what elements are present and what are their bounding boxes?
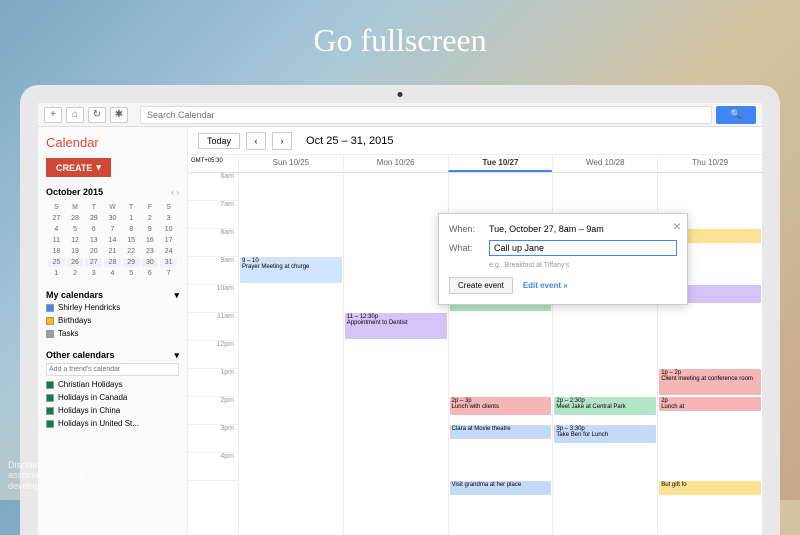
day-header[interactable]: Wed 10/28 [552,155,657,172]
calendar-title: Calendar [46,135,179,150]
calendar-event[interactable]: 3p – 3:30p Take Ben for Lunch [554,425,656,443]
search-button[interactable]: 🔍 [716,106,756,124]
what-label: What: [449,243,489,253]
calendar-item[interactable]: Christian Holidays [46,378,179,391]
laptop-frame: + ⌂ ↻ ✱ 🔍 Calendar CREATE▾ October 2015 … [20,85,780,535]
camera-dot [398,92,403,97]
toolbar: + ⌂ ↻ ✱ 🔍 [38,103,762,127]
calendar-event[interactable]: 1p – 2p Client meeting at conference roo… [659,369,761,395]
calendar-event[interactable]: Clara at Movie theatre [450,425,552,439]
home-button[interactable]: ⌂ [66,107,84,123]
timezone-label: GMT+05:30 [188,155,238,172]
time-label: 3pm [188,425,238,453]
day-header[interactable]: Sun 10/25 [238,155,343,172]
time-label: 10am [188,285,238,313]
when-label: When: [449,224,489,234]
day-header[interactable]: Thu 10/29 [657,155,762,172]
time-label: 4pm [188,453,238,481]
time-label: 2pm [188,397,238,425]
page-heading: Go fullscreen [0,0,800,77]
calendar-main: Today ‹ › Oct 25 – 31, 2015 GMT+05:30 Su… [188,127,762,535]
calendar-event[interactable]: 11 – 12:30p Appointment to Dentist [345,313,447,339]
close-icon[interactable]: × [673,218,681,234]
input-hint: e.g., Breakfast at Tiffany's [489,262,677,269]
calendar-item[interactable]: Shirley Hendricks [46,301,179,314]
create-button[interactable]: CREATE▾ [46,158,111,177]
month-label: October 2015 [46,187,103,197]
event-title-input[interactable] [489,240,677,256]
mini-calendar[interactable]: SMTWTFS272829301234567891011121314151617… [46,201,179,280]
chevron-down-icon: ▾ [174,350,179,361]
search-icon: 🔍 [730,109,741,120]
app-screen: + ⌂ ↻ ✱ 🔍 Calendar CREATE▾ October 2015 … [38,103,762,535]
create-event-button[interactable]: Create event [449,277,513,294]
prev-month[interactable]: ‹ [171,188,174,197]
calendar-item[interactable]: Holidays in United St... [46,417,179,430]
calendar-event[interactable]: But gift fo [659,481,761,495]
event-popup: × When:Tue, October 27, 8am – 9am What: … [438,213,688,305]
add-button[interactable]: + [44,107,62,123]
other-calendars-header[interactable]: Other calendars▾ [46,350,179,361]
calendar-event[interactable]: 2p – 3p Lunch with clients [450,397,552,415]
date-range: Oct 25 – 31, 2015 [306,135,393,147]
time-label: 12pm [188,341,238,369]
chevron-down-icon: ▾ [174,290,179,301]
day-column[interactable]: 9 – 10 Prayer Meeting at churge [238,173,343,535]
day-header[interactable]: Tue 10/27 [448,155,553,172]
time-label: 1pm [188,369,238,397]
add-calendar-input[interactable] [46,363,179,376]
days-header: GMT+05:30 Sun 10/25Mon 10/26Tue 10/27Wed… [188,155,762,173]
calendar-event[interactable]: Visit grandma at her place [450,481,552,495]
time-label: 11am [188,313,238,341]
dropdown-icon: ▾ [96,162,101,173]
time-label: 9am [188,257,238,285]
calendar-item[interactable]: Holidays in China [46,404,179,417]
my-calendars-header[interactable]: My calendars▾ [46,290,179,301]
edit-event-link[interactable]: Edit event » [523,281,568,290]
calendar-item[interactable]: Holidays in Canada [46,391,179,404]
prev-week[interactable]: ‹ [246,132,266,150]
calendar-event[interactable]: 2p Lunch at [659,397,761,411]
time-label: 6am [188,173,238,201]
calendar-item[interactable]: Birthdays [46,314,179,327]
next-month[interactable]: › [176,188,179,197]
when-value: Tue, October 27, 8am – 9am [489,224,604,234]
day-column[interactable]: 11 – 12:30p Appointment to Dentist [343,173,448,535]
time-label: 8am [188,229,238,257]
calendar-event[interactable]: 9 – 10 Prayer Meeting at churge [240,257,342,283]
refresh-button[interactable]: ↻ [88,107,106,123]
settings-button[interactable]: ✱ [110,107,128,123]
day-header[interactable]: Mon 10/26 [343,155,448,172]
search-input[interactable] [140,106,712,124]
today-button[interactable]: Today [198,133,240,149]
next-week[interactable]: › [272,132,292,150]
time-label: 7am [188,201,238,229]
disclaimer-text: Disclaimer: Google was not associated wi… [8,460,118,492]
calendar-event[interactable]: 2p – 2:30p Meet Jake at Central Park [554,397,656,415]
calendar-item[interactable]: Tasks [46,327,179,340]
